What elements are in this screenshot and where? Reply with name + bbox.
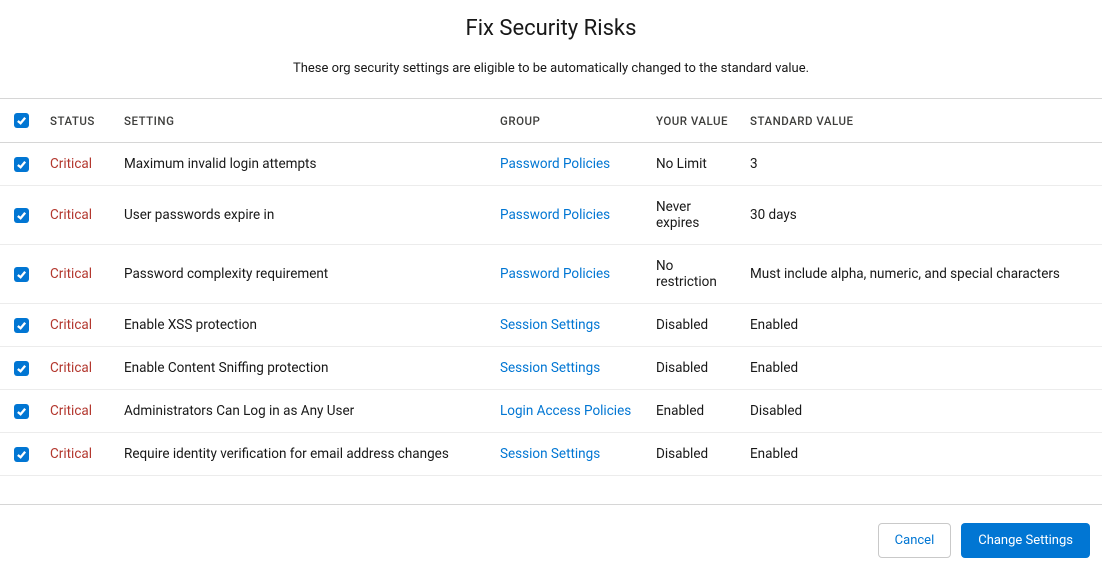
row-checkbox-cell — [0, 186, 42, 245]
status-cell: Critical — [42, 304, 116, 347]
header-your-value: Your Value — [648, 99, 742, 143]
standard-value-cell: Disabled — [742, 390, 1102, 433]
standard-value-cell: 3 — [742, 143, 1102, 186]
group-link[interactable]: Session Settings — [500, 446, 600, 462]
select-all-checkbox[interactable] — [14, 113, 29, 128]
header-status: Status — [42, 99, 116, 143]
settings-table: Status Setting Group Your Value Standard… — [0, 98, 1102, 476]
your-value-cell: No restriction — [648, 245, 742, 304]
table-row: Critical Enable Content Sniffing protect… — [0, 347, 1102, 390]
row-checkbox[interactable] — [14, 318, 29, 333]
group-cell: Login Access Policies — [492, 390, 648, 433]
standard-value-cell: Enabled — [742, 433, 1102, 476]
header-checkbox-cell — [0, 99, 42, 143]
group-link[interactable]: Session Settings — [500, 360, 600, 376]
your-value-cell: Disabled — [648, 347, 742, 390]
setting-cell: User passwords expire in — [116, 186, 492, 245]
group-link[interactable]: Password Policies — [500, 207, 610, 223]
status-cell: Critical — [42, 143, 116, 186]
row-checkbox-cell — [0, 347, 42, 390]
row-checkbox-cell — [0, 433, 42, 476]
your-value-cell: Enabled — [648, 390, 742, 433]
group-link[interactable]: Password Policies — [500, 266, 610, 282]
your-value-cell: Disabled — [648, 433, 742, 476]
table-container: Status Setting Group Your Value Standard… — [0, 98, 1102, 476]
setting-cell: Maximum invalid login attempts — [116, 143, 492, 186]
group-cell: Password Policies — [492, 245, 648, 304]
table-row: Critical Require identity verification f… — [0, 433, 1102, 476]
check-icon — [16, 363, 27, 374]
row-checkbox[interactable] — [14, 404, 29, 419]
setting-cell: Administrators Can Log in as Any User — [116, 390, 492, 433]
status-cell: Critical — [42, 433, 116, 476]
table-header-row: Status Setting Group Your Value Standard… — [0, 99, 1102, 143]
page-subtitle: These org security settings are eligible… — [0, 61, 1102, 76]
status-cell: Critical — [42, 245, 116, 304]
header-group: Group — [492, 99, 648, 143]
row-checkbox[interactable] — [14, 208, 29, 223]
table-row: Critical User passwords expire in Passwo… — [0, 186, 1102, 245]
page-title: Fix Security Risks — [0, 16, 1102, 41]
table-row: Critical Password complexity requirement… — [0, 245, 1102, 304]
row-checkbox[interactable] — [14, 157, 29, 172]
setting-cell: Enable XSS protection — [116, 304, 492, 347]
your-value-cell: Disabled — [648, 304, 742, 347]
check-icon — [16, 115, 27, 126]
cancel-button[interactable]: Cancel — [878, 523, 952, 558]
check-icon — [16, 449, 27, 460]
table-row: Critical Enable XSS protection Session S… — [0, 304, 1102, 347]
status-cell: Critical — [42, 186, 116, 245]
check-icon — [16, 269, 27, 280]
status-cell: Critical — [42, 347, 116, 390]
group-cell: Password Policies — [492, 186, 648, 245]
standard-value-cell: Must include alpha, numeric, and special… — [742, 245, 1102, 304]
header-standard-value: Standard Value — [742, 99, 1102, 143]
status-cell: Critical — [42, 390, 116, 433]
your-value-cell: No Limit — [648, 143, 742, 186]
group-cell: Session Settings — [492, 433, 648, 476]
row-checkbox[interactable] — [14, 267, 29, 282]
group-link[interactable]: Password Policies — [500, 156, 610, 172]
setting-cell: Enable Content Sniffing protection — [116, 347, 492, 390]
your-value-cell: Never expires — [648, 186, 742, 245]
row-checkbox[interactable] — [14, 447, 29, 462]
group-cell: Session Settings — [492, 347, 648, 390]
check-icon — [16, 320, 27, 331]
standard-value-cell: Enabled — [742, 304, 1102, 347]
footer: Cancel Change Settings — [0, 504, 1102, 570]
row-checkbox-cell — [0, 390, 42, 433]
standard-value-cell: Enabled — [742, 347, 1102, 390]
setting-cell: Require identity verification for email … — [116, 433, 492, 476]
row-checkbox-cell — [0, 304, 42, 347]
group-link[interactable]: Login Access Policies — [500, 403, 631, 419]
header-setting: Setting — [116, 99, 492, 143]
standard-value-cell: 30 days — [742, 186, 1102, 245]
setting-cell: Password complexity requirement — [116, 245, 492, 304]
check-icon — [16, 159, 27, 170]
row-checkbox[interactable] — [14, 361, 29, 376]
row-checkbox-cell — [0, 245, 42, 304]
table-row: Critical Administrators Can Log in as An… — [0, 390, 1102, 433]
group-cell: Session Settings — [492, 304, 648, 347]
change-settings-button[interactable]: Change Settings — [961, 523, 1090, 558]
group-cell: Password Policies — [492, 143, 648, 186]
check-icon — [16, 210, 27, 221]
row-checkbox-cell — [0, 143, 42, 186]
check-icon — [16, 406, 27, 417]
header: Fix Security Risks These org security se… — [0, 0, 1102, 98]
group-link[interactable]: Session Settings — [500, 317, 600, 333]
table-row: Critical Maximum invalid login attempts … — [0, 143, 1102, 186]
